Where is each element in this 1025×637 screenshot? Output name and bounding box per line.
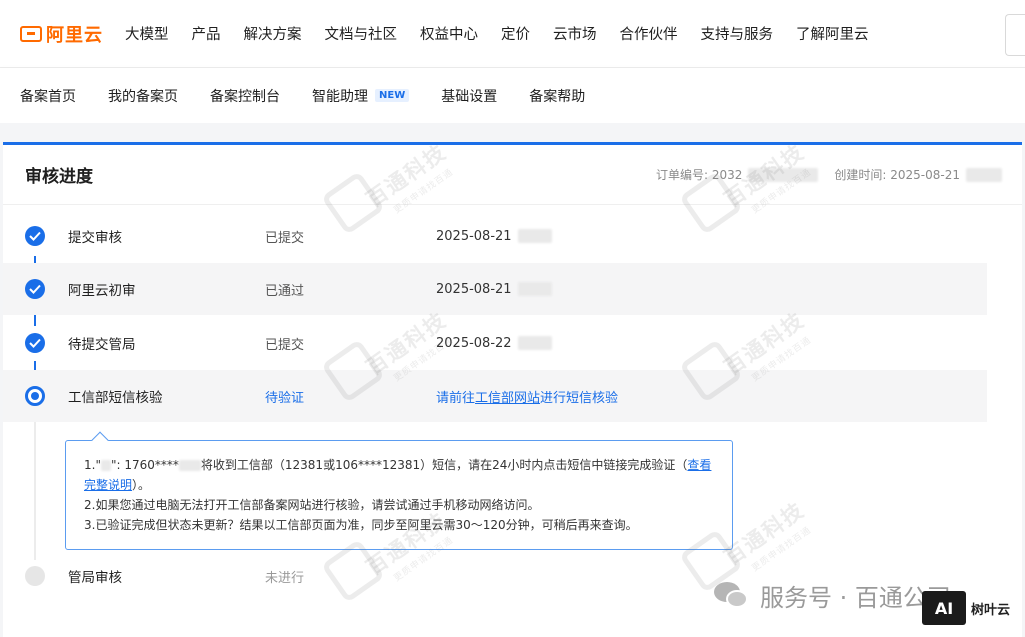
check-icon (25, 279, 45, 299)
subnav-assistant[interactable]: 智能助理 NEW (312, 86, 410, 106)
redacted-time (517, 336, 552, 350)
subnav-help[interactable]: 备案帮助 (529, 86, 585, 106)
review-progress-card: 审核进度 订单编号: 2032 创建时间: 2025-08-21 提交审核 已提… (3, 142, 1022, 637)
ai-badge: AI 树叶云 (922, 590, 1010, 626)
step-status: 已提交 (265, 337, 305, 353)
step-time: 2025-08-21 (436, 282, 552, 297)
step-status: 已提交 (265, 230, 305, 246)
subnav-assistant-label: 智能助理 (312, 88, 368, 105)
tip-line-1: 1." ": 1760**** 将收到工信部（12381或106****12381）… (84, 458, 712, 492)
wechat-service-mark: 服务号 · 百通公司 (714, 578, 951, 613)
popover-arrow (91, 431, 109, 449)
subnav-console[interactable]: 备案控制台 (210, 86, 280, 106)
check-icon (25, 333, 45, 353)
beian-subnav: 备案首页 我的备案页 备案控制台 智能助理 NEW 基础设置 备案帮助 (0, 68, 1025, 123)
main-nav: 大模型 产品 解决方案 文档与社区 权益中心 定价 云市场 合作伙伴 支持与服务… (125, 23, 892, 44)
step-time: 2025-08-22 (436, 336, 552, 351)
nav-item-about[interactable]: 了解阿里云 (796, 23, 869, 44)
top-nav: 阿里云 大模型 产品 解决方案 文档与社区 权益中心 定价 云市场 合作伙伴 支… (0, 0, 1025, 68)
miit-site-link[interactable]: 工信部网站 (475, 387, 540, 406)
step-row-initial-review: 阿里云初审 已通过 2025-08-21 (3, 263, 987, 315)
nav-item-support[interactable]: 支持与服务 (701, 23, 774, 44)
nav-item-models[interactable]: 大模型 (125, 23, 169, 44)
nav-item-solutions[interactable]: 解决方案 (244, 23, 302, 44)
ai-label: 树叶云 (971, 602, 1011, 618)
step-row-sms-verify: 工信部短信核验 待验证 请前往 工信部网站 进行短信核验 (3, 370, 987, 422)
redacted-order-number (748, 167, 819, 182)
step-name: 阿里云初审 (68, 283, 136, 299)
page-title: 审核进度 (25, 167, 93, 187)
brand-name: 阿里云 (46, 24, 103, 46)
current-step-icon (25, 386, 45, 406)
step-time: 2025-08-21 (436, 229, 552, 244)
step-status: 已通过 (265, 283, 305, 299)
step-row-submit: 提交审核 已提交 2025-08-21 (3, 210, 987, 262)
sms-verify-action[interactable]: 请前往 工信部网站 进行短信核验 (436, 387, 618, 406)
wechat-icon (714, 581, 750, 610)
ai-icon: AI (922, 591, 966, 625)
subnav-my-beian[interactable]: 我的备案页 (108, 86, 178, 106)
check-icon (25, 226, 45, 246)
nav-item-docs[interactable]: 文档与社区 (325, 23, 398, 44)
search-box-edge[interactable] (1005, 14, 1025, 56)
subnav-settings[interactable]: 基础设置 (441, 86, 497, 106)
new-badge: NEW (375, 89, 410, 102)
step-name: 待提交管局 (68, 337, 136, 353)
nav-item-products[interactable]: 产品 (192, 23, 221, 44)
step-connector-pending (34, 416, 36, 560)
redacted-time (517, 229, 552, 243)
order-number: 订单编号: 2032 (655, 168, 743, 182)
nav-item-pricing[interactable]: 定价 (501, 23, 530, 44)
aliyun-logo[interactable]: 阿里云 (20, 21, 103, 47)
step-name: 提交审核 (68, 230, 122, 246)
card-header: 审核进度 订单编号: 2032 创建时间: 2025-08-21 (3, 145, 1022, 205)
pending-step-icon (25, 566, 45, 586)
redacted-time (517, 282, 552, 296)
verify-status-link[interactable]: 待验证 (265, 387, 304, 406)
redacted-created-time (966, 167, 1002, 182)
created-time: 创建时间: 2025-08-21 (834, 168, 960, 182)
step-name: 管局审核 (68, 570, 122, 586)
aliyun-logo-icon (20, 25, 42, 42)
subnav-home[interactable]: 备案首页 (20, 86, 76, 106)
step-status: 未进行 (265, 570, 305, 586)
step-name: 工信部短信核验 (68, 390, 163, 406)
order-meta: 订单编号: 2032 创建时间: 2025-08-21 (656, 166, 1002, 183)
tip-line-3: 3.已验证完成但状态未更新？结果以工信部页面为准，同步至阿里云需30～120分钟… (84, 518, 638, 532)
sms-verify-tips-popover: 1." ": 1760**** 将收到工信部（12381或106****12381）… (65, 431, 733, 550)
nav-item-marketplace[interactable]: 云市场 (553, 23, 597, 44)
tip-line-2: 2.如果您通过电脑无法打开工信部备案网站进行核验，请尝试通过手机移动网络访问。 (84, 498, 540, 512)
nav-item-partners[interactable]: 合作伙伴 (620, 23, 678, 44)
nav-item-benefits[interactable]: 权益中心 (420, 23, 478, 44)
step-row-submit-bureau: 待提交管局 已提交 2025-08-22 (3, 317, 987, 369)
